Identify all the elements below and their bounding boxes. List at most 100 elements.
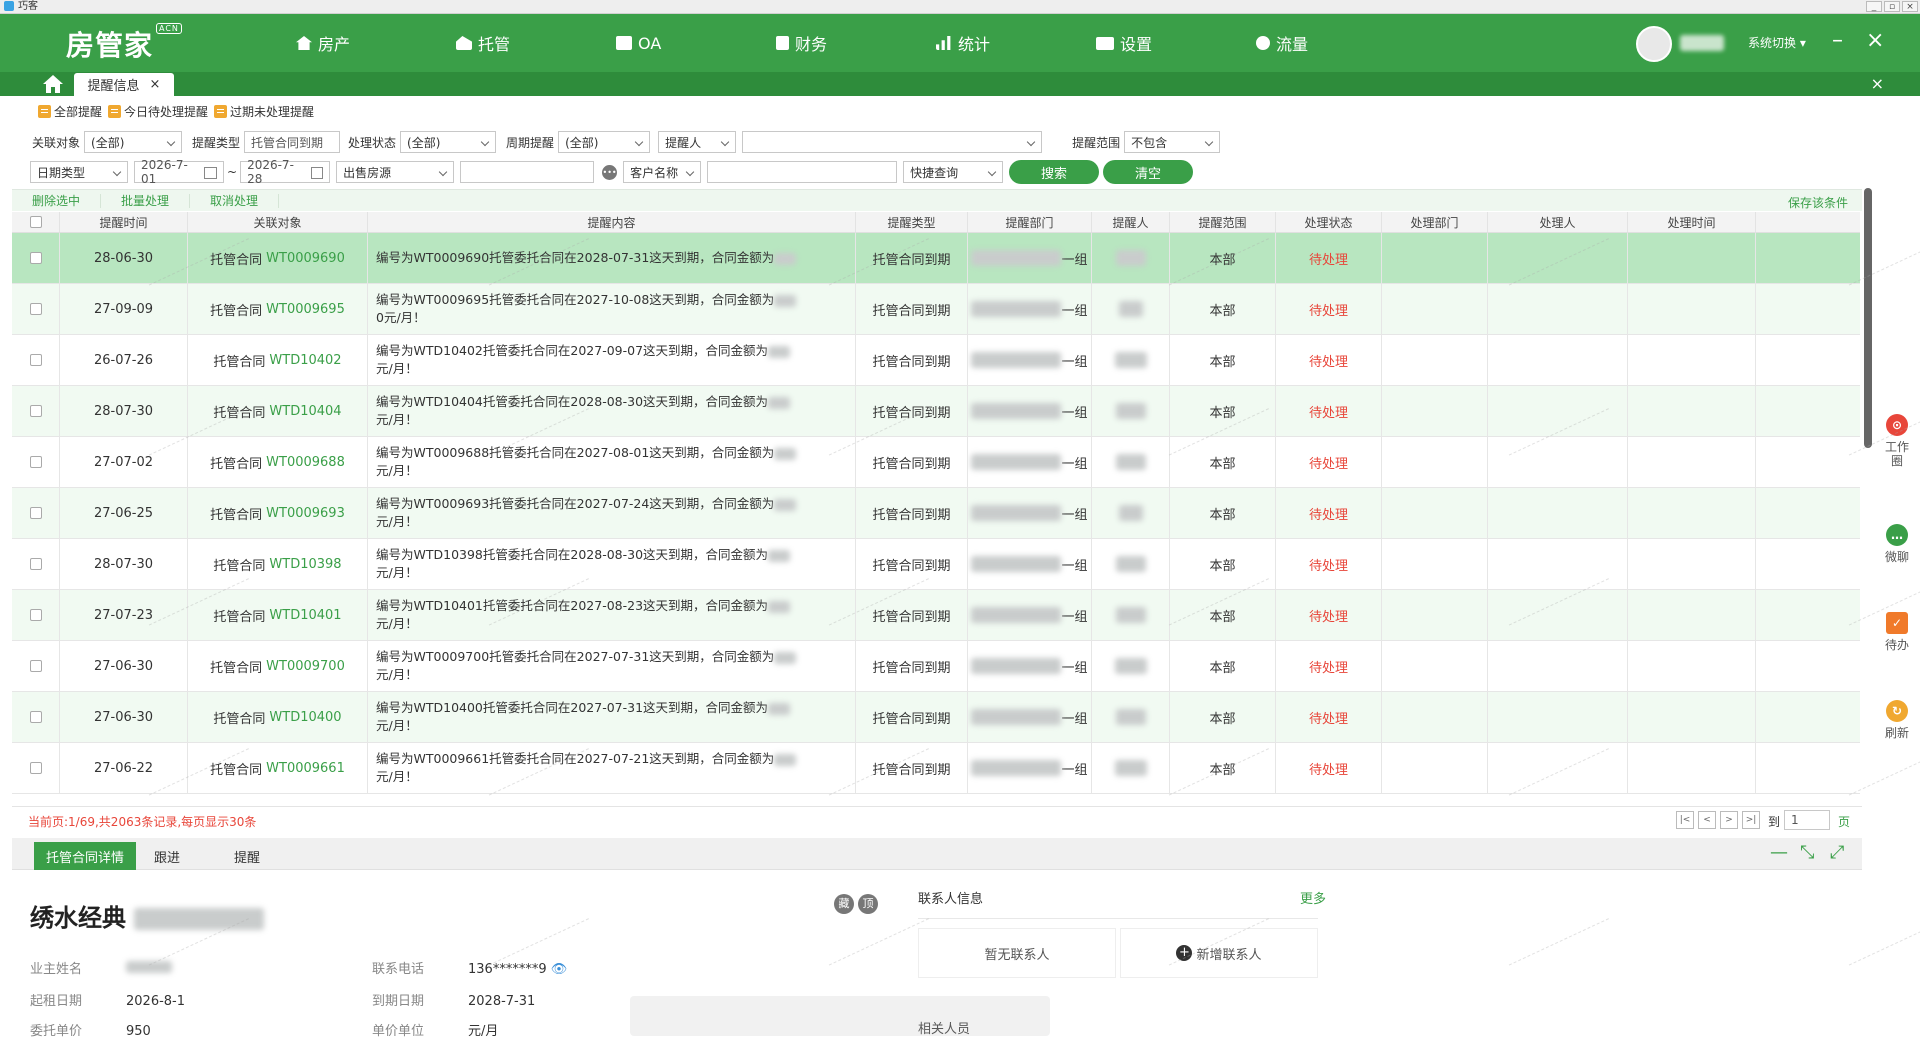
table-row[interactable]: 28-07-30 托管合同 WTD10404 编号为WTD10404托管委托合同在20…	[12, 386, 1860, 437]
row-checkbox[interactable]	[29, 660, 42, 672]
related-object-link[interactable]: WT0009661	[266, 761, 345, 776]
close-all-tabs-icon[interactable]: ×	[1871, 74, 1884, 93]
row-checkbox[interactable]	[29, 405, 42, 417]
column-header[interactable]: 提醒类型	[856, 212, 968, 232]
last-page-button[interactable]: >|	[1742, 811, 1760, 829]
select-all-checkbox[interactable]	[29, 216, 42, 228]
add-contact-button[interactable]: + 新增联系人	[1120, 928, 1318, 978]
todo-button[interactable]: ✓ 待办	[1884, 612, 1910, 652]
first-page-button[interactable]: |<	[1676, 811, 1694, 829]
tab-contract-detail[interactable]: 托管合同详情	[34, 842, 137, 870]
row-checkbox[interactable]	[29, 762, 42, 774]
property-source-input[interactable]	[460, 161, 595, 183]
minimize-panel-icon[interactable]: —	[1770, 842, 1788, 863]
related-object-link[interactable]: WTD10402	[269, 353, 341, 368]
table-row[interactable]: 27-06-30 托管合同 WT0009700 编号为WT0009700托管委托合同在…	[12, 641, 1860, 692]
home-icon[interactable]	[42, 74, 64, 94]
row-checkbox[interactable]	[29, 711, 42, 723]
minimize-window-button[interactable]: _	[1866, 1, 1882, 12]
table-row[interactable]: 26-07-26 托管合同 WTD10402 编号为WTD10402托管委托合同在20…	[12, 335, 1860, 386]
related-object-link[interactable]: WTD10398	[269, 557, 341, 572]
table-row[interactable]: 27-09-09 托管合同 WT0009695 编号为WT0009695托管委托合同在…	[12, 284, 1860, 335]
nav-item-trusteeship[interactable]: 托管	[456, 32, 510, 54]
system-switch-button[interactable]: 系统切换 ▾	[1748, 34, 1806, 51]
status-select[interactable]: (全部)	[400, 131, 497, 153]
expand-panel-icon[interactable]: ⤢	[1830, 842, 1844, 863]
related-object-link[interactable]: WTD10401	[269, 608, 341, 623]
date-to-input[interactable]: 2026-7-28	[240, 158, 331, 186]
reminder-person-detail-select[interactable]	[742, 131, 1043, 153]
column-header[interactable]: 处理部门	[1382, 212, 1488, 232]
table-row[interactable]: 28-06-30 托管合同 WT0009690 编号为WT0009690托管委托合同在…	[12, 233, 1860, 284]
calendar-icon[interactable]	[204, 167, 217, 179]
more-contacts-link[interactable]: 更多	[1300, 888, 1326, 907]
filter-all-reminders[interactable]: 全部提醒	[38, 103, 102, 120]
calendar-icon[interactable]	[310, 167, 324, 179]
tab-reminder-info[interactable]: 提醒信息 ×	[74, 73, 174, 96]
table-row[interactable]: 27-07-23 托管合同 WTD10401 编号为WTD10401托管委托合同在20…	[12, 590, 1860, 641]
row-checkbox[interactable]	[29, 507, 42, 519]
related-object-link[interactable]: WT0009688	[266, 455, 345, 470]
row-checkbox[interactable]	[29, 354, 42, 366]
vertical-scrollbar[interactable]	[1864, 188, 1872, 448]
related-object-link[interactable]: WT0009695	[266, 302, 345, 317]
column-header[interactable]: 处理时间	[1628, 212, 1756, 232]
filter-overdue[interactable]: 过期未处理提醒	[214, 103, 314, 120]
page-input[interactable]: 1	[1784, 810, 1830, 830]
nav-item-finance[interactable]: 财务	[776, 32, 827, 54]
more-options-icon[interactable]: •••	[602, 164, 618, 180]
table-row[interactable]: 27-06-22 托管合同 WT0009661 编号为WT0009661托管委托合同在…	[12, 743, 1860, 794]
periodic-select[interactable]: (全部)	[558, 131, 651, 153]
table-row[interactable]: 28-07-30 托管合同 WTD10398 编号为WTD10398托管委托合同在20…	[12, 539, 1860, 590]
delete-selected-button[interactable]: 删除选中	[12, 193, 102, 208]
minimize-app-button[interactable]: –	[1832, 28, 1843, 54]
prev-page-button[interactable]: <	[1698, 811, 1716, 829]
nav-item-statistics[interactable]: 统计	[936, 32, 990, 54]
top-badge-icon[interactable]: 顶	[858, 894, 878, 914]
table-row[interactable]: 27-07-02 托管合同 WT0009688 编号为WT0009688托管委托合同在…	[12, 437, 1860, 488]
column-header[interactable]: 处理状态	[1276, 212, 1382, 232]
filter-today-pending[interactable]: 今日待处理提醒	[108, 103, 208, 120]
collapse-panel-icon[interactable]: ⤡	[1800, 842, 1814, 863]
property-source-select[interactable]: 出售房源	[336, 161, 455, 183]
nav-item-oa[interactable]: OA	[616, 32, 661, 54]
related-object-link[interactable]: WTD10400	[269, 710, 341, 725]
tab-close-icon[interactable]: ×	[150, 77, 161, 92]
avatar[interactable]	[1636, 26, 1672, 62]
scope-select[interactable]: 不包含	[1124, 131, 1221, 153]
row-checkbox[interactable]	[29, 609, 42, 621]
batch-process-button[interactable]: 批量处理	[101, 193, 191, 208]
close-app-button[interactable]: ×	[1866, 28, 1884, 54]
related-object-link[interactable]: WT0009690	[266, 251, 345, 266]
refresh-button[interactable]: ↻ 刷新	[1884, 700, 1910, 740]
row-checkbox[interactable]	[29, 558, 42, 570]
restore-window-button[interactable]: ▫	[1884, 1, 1900, 12]
row-checkbox[interactable]	[29, 456, 42, 468]
nav-item-settings[interactable]: 设置	[1096, 32, 1152, 54]
column-header[interactable]: 提醒部门	[968, 212, 1092, 232]
related-object-link[interactable]: WTD10404	[269, 404, 341, 419]
reminder-person-select[interactable]: 提醒人	[658, 131, 737, 153]
quick-query-select[interactable]: 快捷查询	[903, 161, 1004, 183]
related-object-select[interactable]: (全部)	[84, 131, 183, 153]
related-object-link[interactable]: WT0009700	[266, 659, 345, 674]
customer-name-select[interactable]: 客户名称	[623, 161, 702, 183]
column-header[interactable]: 关联对象	[188, 212, 368, 232]
reminder-type-select[interactable]: 托管合同到期	[244, 131, 341, 153]
work-circle-button[interactable]: ⊙ 工作圈	[1884, 414, 1910, 468]
customer-name-input[interactable]	[707, 161, 898, 183]
close-window-button[interactable]: ×	[1902, 1, 1918, 12]
nav-item-traffic[interactable]: 流量	[1256, 32, 1308, 54]
tab-reminder[interactable]: 提醒	[222, 842, 272, 870]
related-object-link[interactable]: WT0009693	[266, 506, 345, 521]
row-checkbox[interactable]	[29, 303, 42, 315]
column-header[interactable]: 提醒时间	[60, 212, 188, 232]
date-type-select[interactable]: 日期类型	[30, 161, 128, 183]
cancel-process-button[interactable]: 取消处理	[190, 193, 280, 208]
clear-button[interactable]: 清空	[1103, 160, 1194, 184]
next-page-button[interactable]: >	[1720, 811, 1738, 829]
date-from-input[interactable]: 2026-7-01	[134, 158, 224, 186]
hide-badge-icon[interactable]: 藏	[834, 894, 854, 914]
eye-icon[interactable]: 👁	[551, 962, 568, 977]
tab-follow-up[interactable]: 跟进	[142, 842, 192, 870]
